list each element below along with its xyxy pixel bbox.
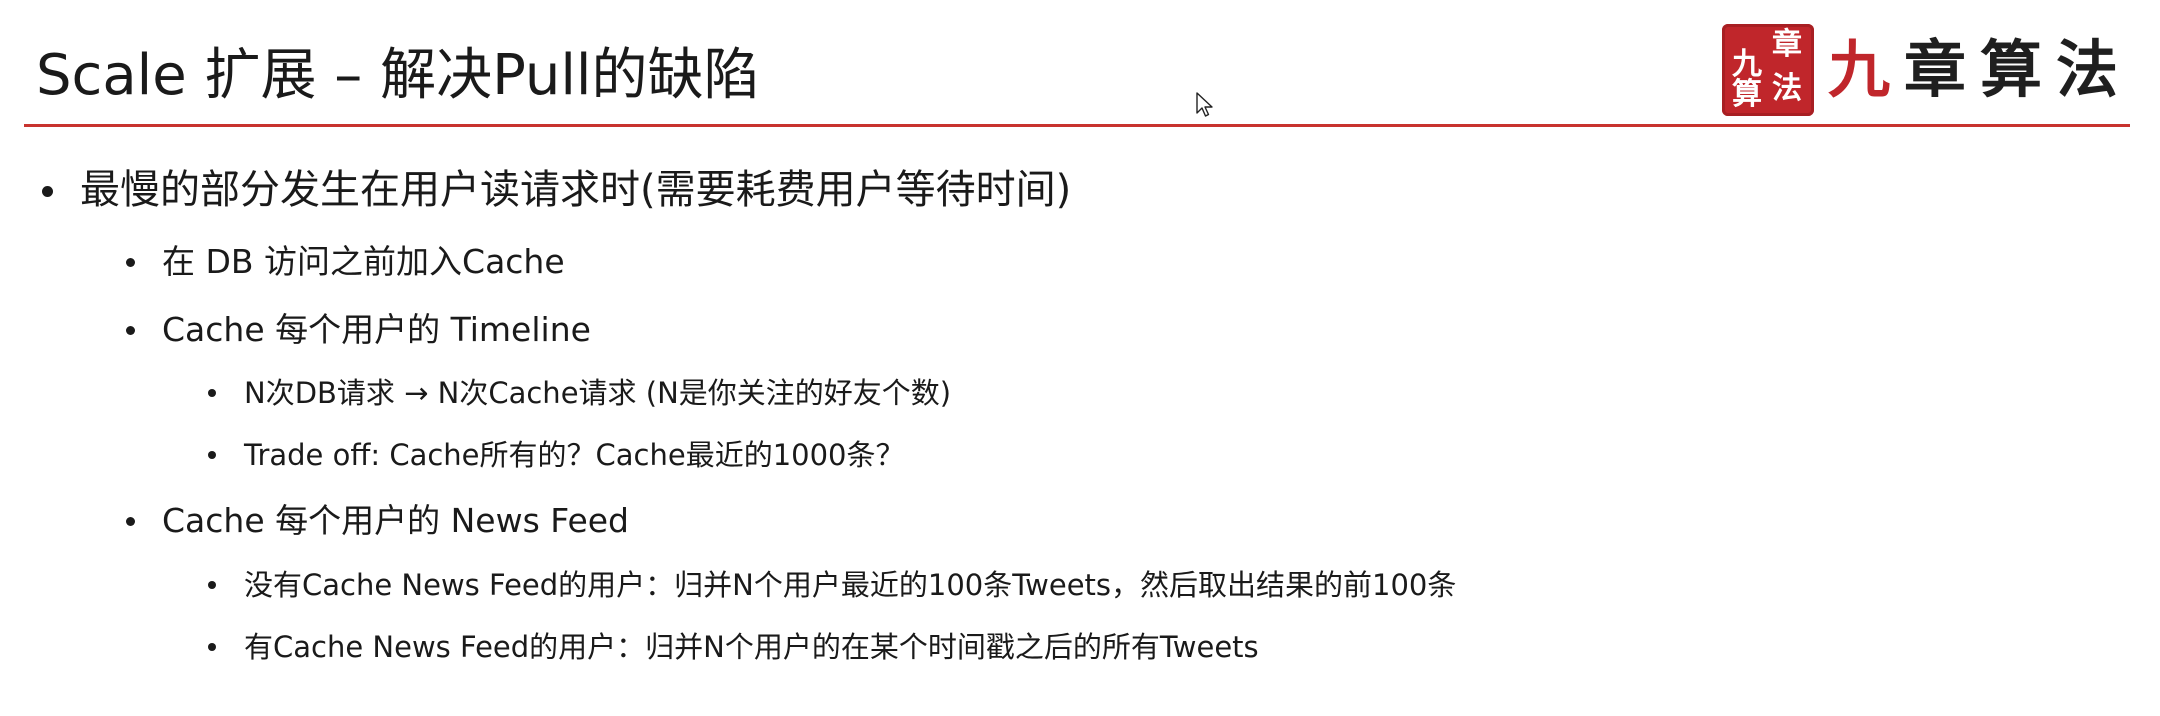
bullet-cache-news-feed: Cache 每个用户的 News Feed bbox=[126, 498, 629, 544]
bullet-text: 在 DB 访问之前加入Cache bbox=[162, 242, 565, 281]
seal-char: 章 bbox=[1772, 27, 1802, 62]
slide-title: Scale 扩展 – 解决Pull的缺陷 bbox=[36, 43, 760, 108]
bullet-text: Cache 每个用户的 Timeline bbox=[162, 310, 591, 349]
bullet-text: N次DB请求 → N次Cache请求 (N是你关注的好友个数) bbox=[244, 376, 952, 410]
bullet-dot bbox=[126, 326, 135, 335]
mouse-pointer-icon bbox=[1196, 92, 1213, 117]
jiuzhang-logo: 九 章 算 法 九章算法 bbox=[1722, 20, 2132, 120]
bullet-text: Cache 每个用户的 News Feed bbox=[162, 501, 629, 540]
logo-wordmark: 九章算法 bbox=[1828, 34, 2132, 106]
bullet-dot bbox=[126, 517, 135, 526]
bullet-add-cache: 在 DB 访问之前加入Cache bbox=[126, 239, 565, 285]
seal-char: 法 bbox=[1772, 71, 1802, 106]
bullet-text: 最慢的部分发生在用户读请求时(需要耗费用户等待时间) bbox=[80, 167, 1072, 213]
bullet-dot bbox=[208, 451, 216, 459]
seal-char: 九 bbox=[1732, 47, 1762, 82]
bullet-dot bbox=[126, 258, 135, 267]
bullet-dot bbox=[208, 581, 216, 589]
bullet-text: Trade off: Cache所有的？Cache最近的1000条？ bbox=[244, 438, 905, 472]
bullet-text: 没有Cache News Feed的用户：归并N个用户最近的100条Tweets… bbox=[244, 568, 1457, 602]
bullet-dot bbox=[42, 186, 53, 197]
bullet-dot bbox=[208, 389, 216, 397]
slide: Scale 扩展 – 解决Pull的缺陷 九 章 算 法 九章算法 最慢的部分发… bbox=[0, 0, 2160, 716]
bullet-dot bbox=[208, 643, 216, 651]
logo-wordmark-rest: 章算法 bbox=[1904, 33, 2133, 106]
logo-wordmark-first: 九 bbox=[1828, 33, 1905, 106]
title-divider bbox=[24, 124, 2130, 127]
bullet-cache-timeline: Cache 每个用户的 Timeline bbox=[126, 307, 591, 353]
bullet-no-cache-user: 没有Cache News Feed的用户：归并N个用户最近的100条Tweets… bbox=[208, 564, 1456, 606]
bullet-text: 有Cache News Feed的用户：归并N个用户的在某个时间戳之后的所有Tw… bbox=[244, 630, 1259, 664]
bullet-trade-off: Trade off: Cache所有的？Cache最近的1000条？ bbox=[208, 434, 905, 476]
seal-stamp: 九 章 算 法 bbox=[1722, 24, 1814, 116]
bullet-slowest-part: 最慢的部分发生在用户读请求时(需要耗费用户等待时间) bbox=[42, 162, 1071, 218]
bullet-n-requests: N次DB请求 → N次Cache请求 (N是你关注的好友个数) bbox=[208, 372, 951, 414]
bullet-cached-user: 有Cache News Feed的用户：归并N个用户的在某个时间戳之后的所有Tw… bbox=[208, 626, 1259, 668]
seal-char: 算 bbox=[1732, 77, 1762, 112]
